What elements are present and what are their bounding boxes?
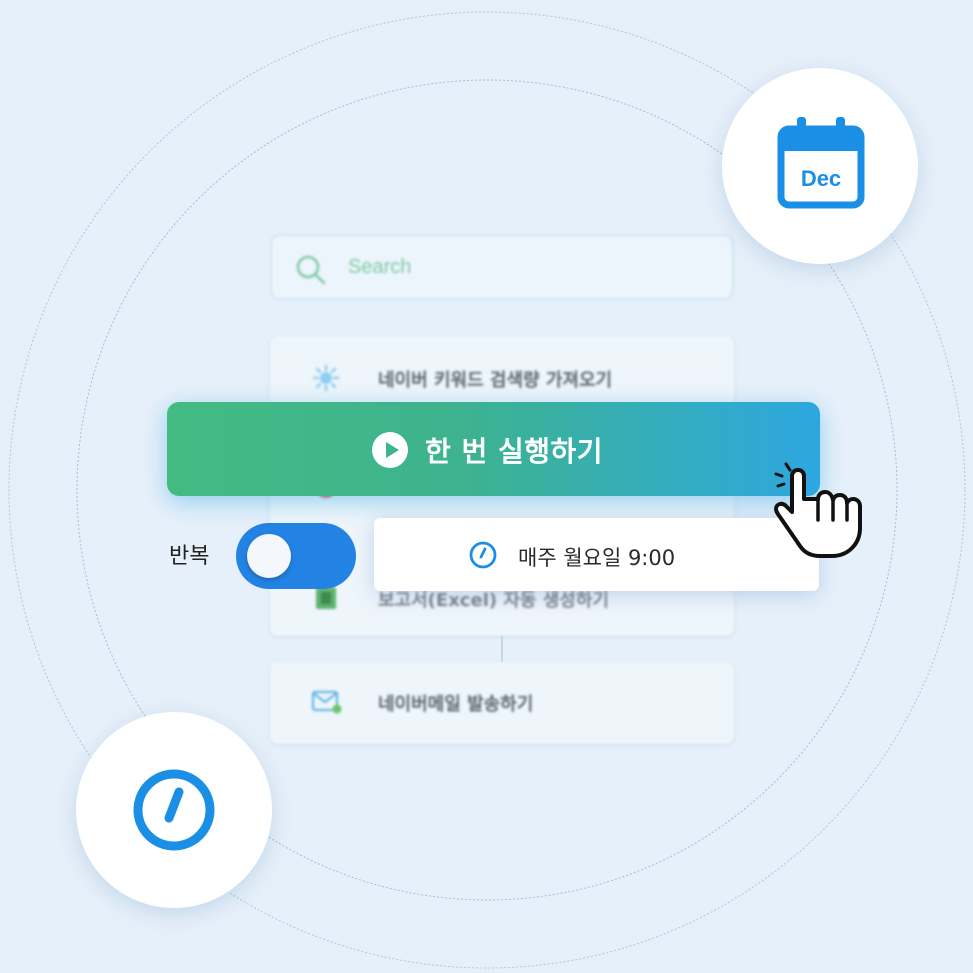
task-item-label: 네이버 키워드 검색량 가져오기: [378, 370, 613, 391]
calendar-month: Dec: [801, 166, 841, 191]
run-once-button[interactable]: 한 번 실행하기: [167, 402, 820, 496]
calendar-icon: Dec: [777, 117, 865, 209]
toggle-knob: [247, 534, 291, 578]
run-once-label: 한 번 실행하기: [425, 435, 604, 468]
search-placeholder: Search: [348, 256, 412, 278]
search-icon: [296, 255, 326, 285]
schedule-text: 매주 월요일 9:00: [518, 546, 676, 570]
search-field[interactable]: Search: [270, 234, 734, 300]
calendar-badge: Dec: [722, 68, 918, 264]
connector-line: [501, 636, 503, 662]
repeat-label: 반복: [169, 544, 210, 569]
task-item-mail[interactable]: 네이버메일 발송하기: [270, 662, 734, 744]
task-item-label: 네이버메일 발송하기: [378, 694, 534, 715]
clock-icon: [469, 541, 497, 569]
clock-badge: [76, 712, 272, 908]
play-icon: [372, 432, 408, 468]
schedule-selector[interactable]: 매주 월요일 9:00: [374, 518, 819, 591]
repeat-toggle[interactable]: [236, 523, 356, 589]
clock-icon: [133, 769, 215, 851]
mail-icon: [312, 691, 342, 714]
pointer-hand-icon: [774, 462, 862, 558]
gear-bug-icon: [312, 364, 340, 392]
